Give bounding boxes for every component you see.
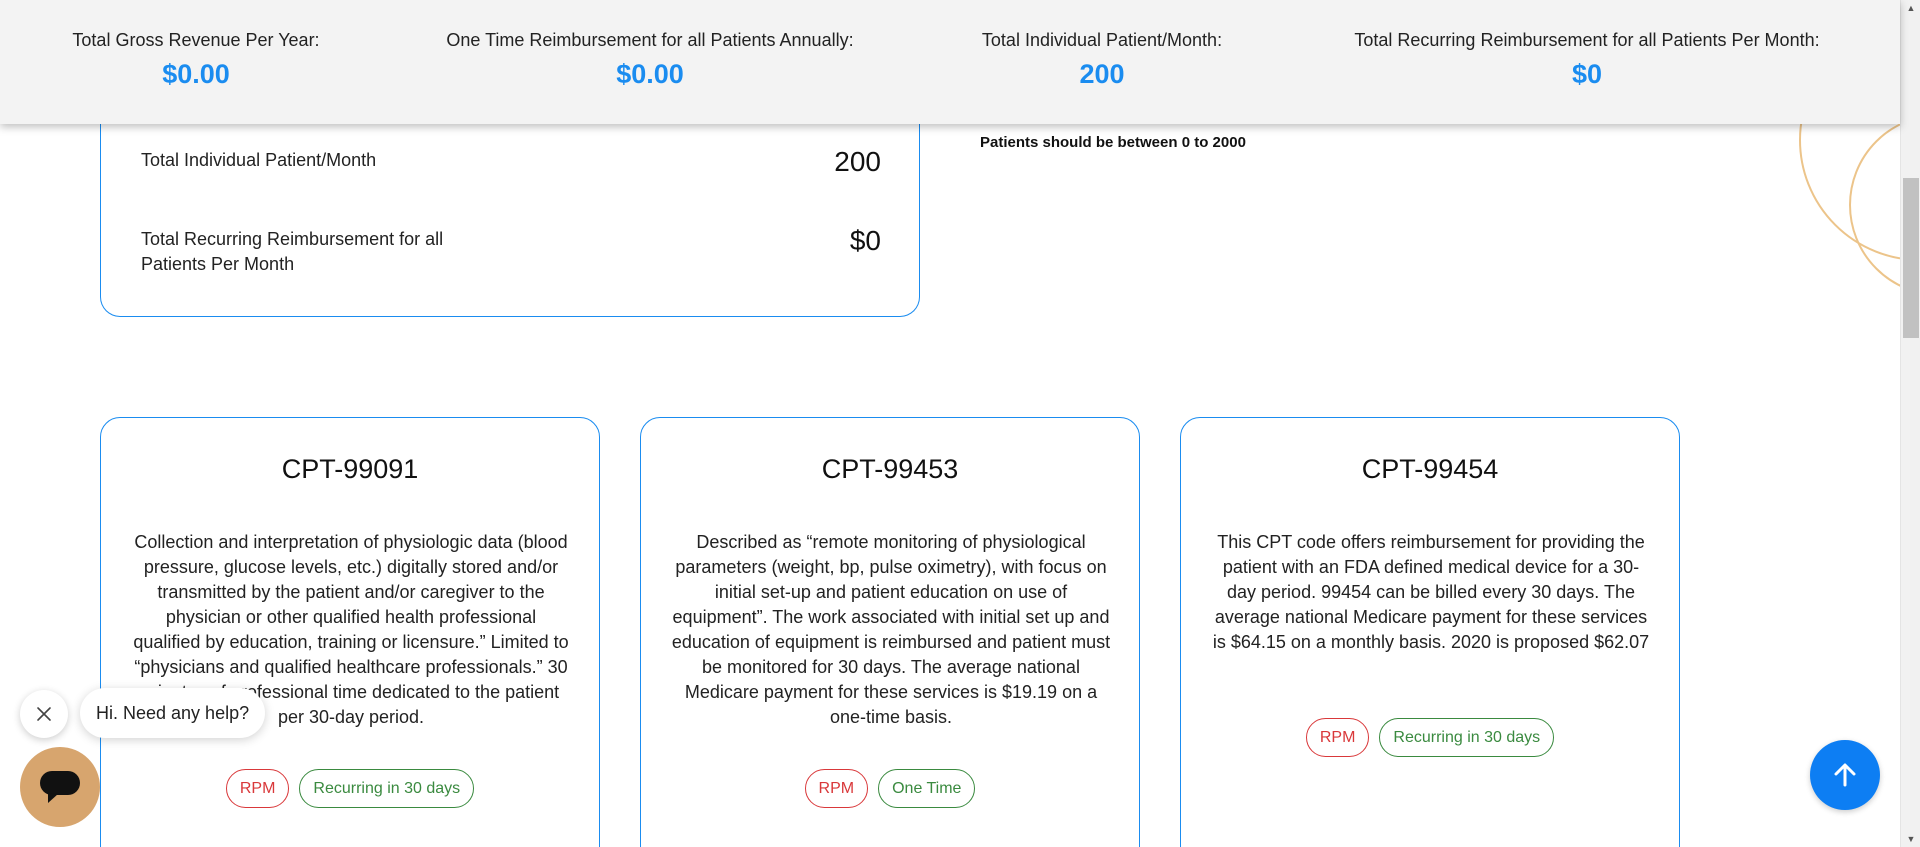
result-value: $0 <box>849 225 881 256</box>
scroll-to-top-button[interactable] <box>1810 740 1880 810</box>
summary-label: Total Individual Patient/Month: <box>981 30 1223 50</box>
cpt-tags: RPM One Time <box>641 769 1139 808</box>
cpt-tags: RPM Recurring in 30 days <box>1181 718 1679 757</box>
close-icon <box>37 707 51 721</box>
scrollbar-thumb[interactable] <box>1903 178 1919 338</box>
result-row-individual: Total Individual Patient/Month 200 <box>141 146 881 177</box>
page-scrollbar[interactable]: ▲ ▼ <box>1900 0 1920 847</box>
cpt-card-99453: CPT-99453 Described as “remote monitorin… <box>640 417 1140 847</box>
tag-frequency[interactable]: Recurring in 30 days <box>1379 718 1555 757</box>
cpt-tags: RPM Recurring in 30 days <box>101 769 599 808</box>
result-value: 200 <box>834 146 881 177</box>
patients-range-note: Patients should be between 0 to 2000 <box>980 134 1246 151</box>
summary-recurring: Total Recurring Reimbursement for all Pa… <box>1320 30 1854 90</box>
cpt-description: This CPT code offers reimbursement for p… <box>1212 532 1650 652</box>
cpt-title: CPT-99454 <box>1361 454 1499 484</box>
summary-one-time: One Time Reimbursement for all Patients … <box>420 30 880 90</box>
summary-gross-revenue: Total Gross Revenue Per Year: $0.00 <box>46 30 346 90</box>
arrow-up-icon <box>1834 763 1856 787</box>
result-label: Total Recurring Reimbursement for all Pa… <box>141 229 444 274</box>
tag-frequency[interactable]: Recurring in 30 days <box>299 769 475 808</box>
scroll-up-arrow-icon[interactable]: ▲ <box>1901 0 1920 16</box>
summary-label: Total Gross Revenue Per Year: <box>72 30 320 50</box>
cpt-card-99454: CPT-99454 This CPT code offers reimburse… <box>1180 417 1680 847</box>
summary-individual: Total Individual Patient/Month: 200 <box>950 30 1254 90</box>
summary-label: One Time Reimbursement for all Patients … <box>446 30 854 50</box>
result-row-recurring: Total Recurring Reimbursement for all Pa… <box>141 225 881 277</box>
tag-rpm[interactable]: RPM <box>804 769 869 808</box>
tag-rpm[interactable]: RPM <box>225 769 290 808</box>
chat-close-button[interactable] <box>20 690 68 738</box>
summary-value: $0.00 <box>616 59 684 89</box>
summary-value: 200 <box>1079 59 1125 89</box>
chat-launcher-button[interactable] <box>20 747 100 827</box>
summary-value: $0.00 <box>162 59 230 89</box>
cpt-title: CPT-99453 <box>821 454 959 484</box>
cpt-card-99091: CPT-99091 Collection and interpretation … <box>100 417 600 847</box>
cpt-description: Described as “remote monitoring of physi… <box>671 532 1111 727</box>
summary-label: Total Recurring Reimbursement for all Pa… <box>1354 30 1820 50</box>
summary-bar: Total Gross Revenue Per Year: $0.00 One … <box>0 0 1900 124</box>
decorative-arcs <box>1799 100 1920 294</box>
tag-frequency[interactable]: One Time <box>878 769 976 808</box>
chat-greeting[interactable]: Hi. Need any help? <box>80 688 266 738</box>
summary-value: $0 <box>1571 59 1603 89</box>
result-label: Total Individual Patient/Month <box>141 150 377 170</box>
scroll-down-arrow-icon[interactable]: ▼ <box>1901 831 1920 847</box>
chat-icon <box>40 771 80 803</box>
cpt-title: CPT-99091 <box>281 454 419 484</box>
tag-rpm[interactable]: RPM <box>1305 718 1370 757</box>
